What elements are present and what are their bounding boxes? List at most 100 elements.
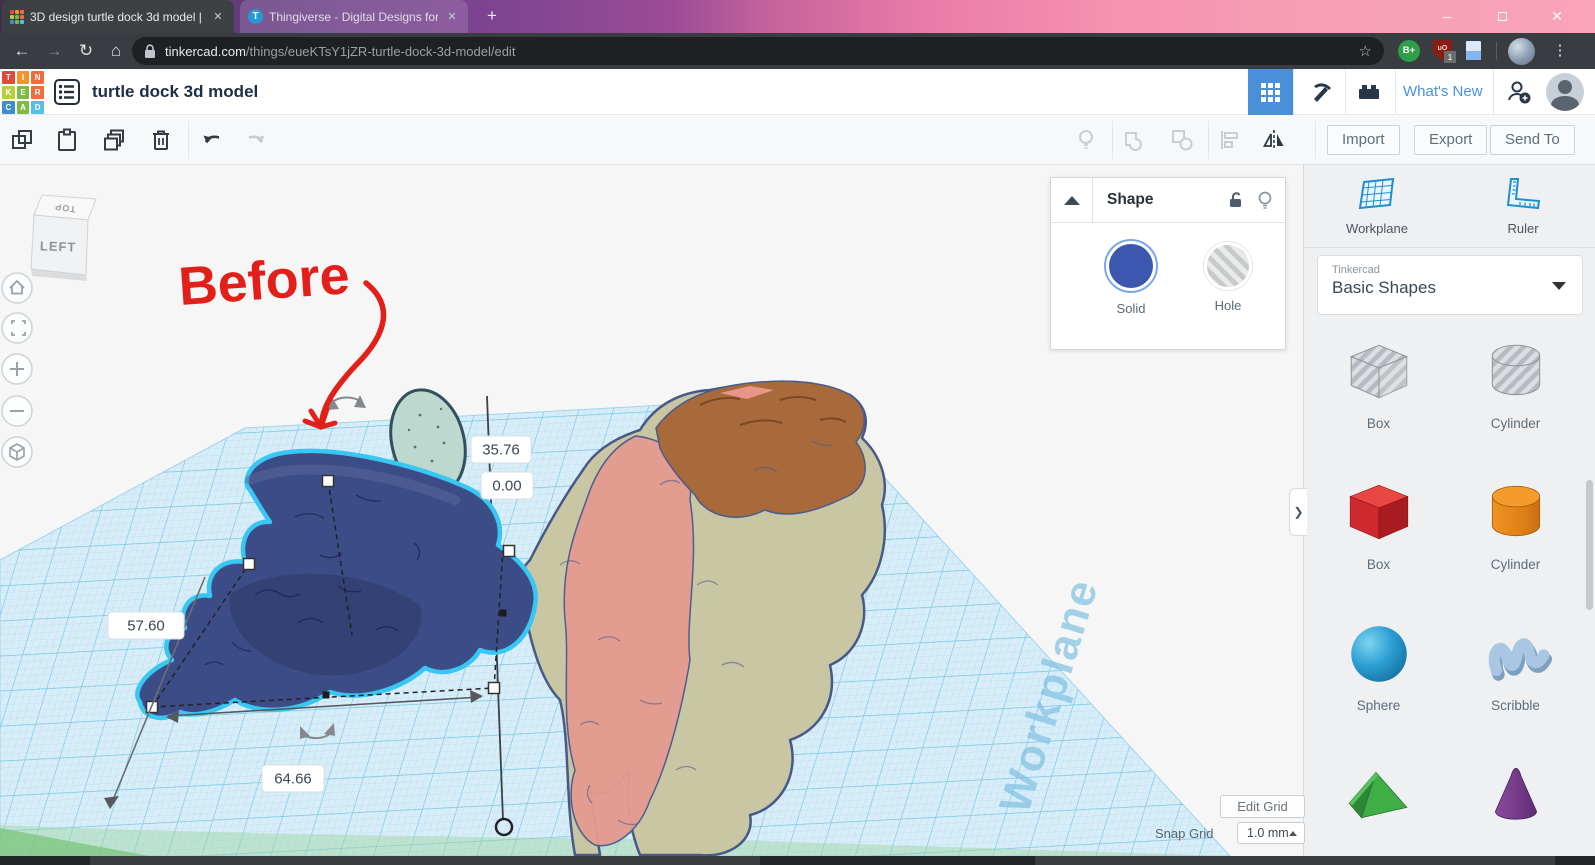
paste-icon[interactable]: [55, 128, 79, 152]
undo-icon[interactable]: [200, 128, 224, 152]
shape-item-hole-box[interactable]: Box: [1310, 335, 1447, 448]
export-button[interactable]: Export: [1414, 125, 1488, 155]
duplicate-icon[interactable]: [102, 128, 126, 152]
redo-icon[interactable]: [244, 128, 268, 152]
tinkercad-header: TIN KER CAD turtle dock 3d model What's …: [0, 69, 1595, 115]
shape-item-scribble[interactable]: Scribble: [1447, 617, 1584, 730]
windows-taskbar-edge: [0, 856, 1595, 865]
panel-title: Shape: [1107, 191, 1154, 208]
shape-item-hole-cylinder[interactable]: Cylinder: [1447, 335, 1584, 448]
view-cube-front-label: LEFT: [40, 238, 77, 254]
extension-b-icon[interactable]: B+: [1398, 40, 1420, 62]
ruler-icon: [1506, 178, 1541, 210]
edit-grid-button[interactable]: Edit Grid: [1220, 795, 1305, 818]
shape-item-roof[interactable]: [1310, 758, 1447, 865]
solid-swatch[interactable]: [1104, 239, 1158, 293]
document-extension-icon[interactable]: [1466, 41, 1481, 60]
thingiverse-favicon-icon: T: [248, 9, 263, 24]
copy-icon[interactable]: [10, 128, 34, 152]
browser-address-bar: ← → ↻ ⌂ tinkercad.com/things/eueKTsY1jZR…: [0, 33, 1595, 69]
bookmark-star-icon[interactable]: ☆: [1359, 42, 1372, 60]
shape-item-cylinder[interactable]: Cylinder: [1447, 476, 1584, 589]
account-avatar[interactable]: [1546, 73, 1584, 111]
workplane-tool[interactable]: Workplane: [1304, 177, 1450, 236]
reload-icon[interactable]: ↻: [72, 33, 100, 69]
chevron-down-icon: [1552, 282, 1566, 290]
fit-view-button[interactable]: [1, 312, 33, 344]
minimize-button[interactable]: –: [1432, 4, 1462, 28]
workplane-label: Workplane: [1346, 221, 1408, 236]
divider: [1304, 247, 1595, 248]
browser-profile-avatar[interactable]: [1508, 38, 1535, 65]
tab-close-icon[interactable]: ✕: [444, 9, 460, 25]
import-button[interactable]: Import: [1327, 125, 1400, 155]
unlock-icon[interactable]: [1227, 191, 1245, 209]
dashboard-grid-button[interactable]: [1248, 69, 1293, 115]
design-properties-icon[interactable]: [54, 79, 80, 105]
dim-elevation-label[interactable]: 0.00: [480, 471, 534, 500]
divider: [1496, 42, 1497, 60]
forward-icon[interactable]: →: [40, 33, 68, 69]
svg-text:0.00: 0.00: [492, 478, 521, 495]
divider: [1315, 121, 1316, 159]
dim-width-label[interactable]: 57.60: [107, 611, 185, 640]
tab-close-icon[interactable]: ✕: [210, 9, 226, 25]
svg-text:57.60: 57.60: [127, 618, 165, 635]
add-user-icon[interactable]: [1506, 79, 1532, 105]
group-icon[interactable]: [1122, 128, 1146, 152]
ruler-label: Ruler: [1507, 221, 1539, 236]
light-bulb-icon[interactable]: [1257, 191, 1273, 209]
align-icon[interactable]: [1218, 128, 1242, 152]
taskbar-segment: [1035, 856, 1555, 865]
tab-title: Thingiverse - Digital Designs for: [269, 9, 438, 24]
new-tab-button[interactable]: +: [482, 6, 502, 26]
brick-icon[interactable]: [1356, 79, 1382, 105]
delete-icon[interactable]: [149, 128, 173, 152]
tinkercad-favicon-icon: [10, 9, 24, 24]
view-cube[interactable]: TOP LEFT: [30, 194, 97, 281]
home-view-button[interactable]: [1, 272, 33, 304]
shape-item-cone[interactable]: [1447, 758, 1584, 865]
divider: [1208, 121, 1209, 159]
minecraft-pickaxe-icon[interactable]: [1308, 79, 1334, 105]
perspective-toggle-button[interactable]: [1, 436, 33, 468]
sidebar-scrollbar[interactable]: [1586, 480, 1593, 610]
mirror-icon[interactable]: [1262, 128, 1286, 152]
shape-library-select[interactable]: Tinkercad Basic Shapes: [1317, 255, 1583, 315]
whats-new-link[interactable]: What's New: [1403, 69, 1483, 115]
tinkercad-logo[interactable]: TIN KER CAD: [2, 71, 44, 114]
main-area: Workplane 57.60 64.66 35.76 0.00 Before …: [0, 165, 1595, 865]
solid-option[interactable]: Solid: [1096, 239, 1166, 316]
dim-depth-label[interactable]: 64.66: [261, 764, 325, 793]
design-title[interactable]: turtle dock 3d model: [92, 69, 258, 115]
zoom-in-button[interactable]: [1, 353, 33, 385]
edit-toolbar: Import Export Send To: [0, 115, 1595, 165]
restore-button[interactable]: [1487, 4, 1517, 28]
close-window-button[interactable]: ✕: [1542, 4, 1572, 28]
ruler-tool[interactable]: Ruler: [1450, 177, 1595, 236]
shape-item-box[interactable]: Box: [1310, 476, 1447, 589]
home-icon[interactable]: ⌂: [102, 33, 130, 69]
divider: [1345, 69, 1346, 115]
sidebar-collapse-button[interactable]: ❯: [1289, 488, 1307, 536]
browser-menu-icon[interactable]: ⋮: [1548, 33, 1572, 69]
workplane-icon: [1358, 177, 1395, 210]
light-bulb-icon[interactable]: [1074, 128, 1098, 152]
tab-thingiverse[interactable]: T Thingiverse - Digital Designs for ✕: [240, 0, 468, 33]
hole-swatch[interactable]: [1204, 242, 1252, 290]
zoom-out-button[interactable]: [1, 395, 33, 427]
snap-grid-value: 1.0 mm: [1247, 826, 1289, 840]
shapes-sidebar: Workplane Ruler Tinkercad Basic Shapes B…: [1303, 165, 1595, 865]
panel-collapse-button[interactable]: [1051, 177, 1093, 223]
hole-option[interactable]: Hole: [1193, 239, 1263, 313]
back-icon[interactable]: ←: [8, 33, 36, 69]
divider: [1493, 69, 1494, 115]
shape-item-sphere[interactable]: Sphere: [1310, 617, 1447, 730]
tab-tinkercad-design[interactable]: 3D design turtle dock 3d model | ✕: [2, 0, 234, 33]
lock-icon: [145, 43, 155, 58]
url-field[interactable]: tinkercad.com/things/eueKTsY1jZR-turtle-…: [132, 37, 1384, 65]
ungroup-icon[interactable]: [1170, 128, 1194, 152]
dim-height-label[interactable]: 35.76: [470, 435, 532, 464]
snap-grid-select[interactable]: 1.0 mm: [1237, 822, 1305, 844]
send-to-button[interactable]: Send To: [1490, 125, 1575, 155]
